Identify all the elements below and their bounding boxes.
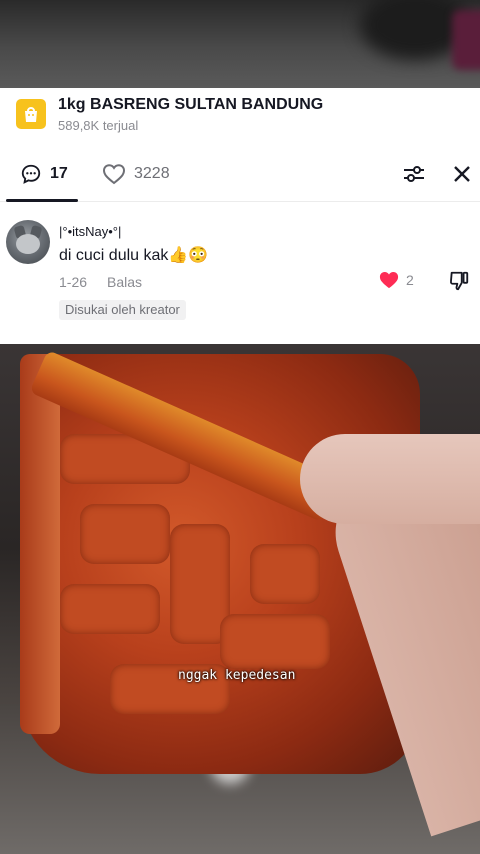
comment-like-count: 2	[406, 272, 414, 288]
comment-like-button[interactable]: 2	[378, 270, 414, 290]
comment-text: di cuci dulu kak	[59, 247, 169, 264]
comment-emojis: 👍😳	[168, 247, 209, 264]
shopping-bag-icon	[16, 99, 46, 129]
close-icon[interactable]	[450, 162, 474, 186]
bag-edge-shape	[20, 354, 60, 734]
snack-chunk	[220, 614, 330, 669]
creator-liked-badge: Disukai oleh kreator	[59, 300, 186, 320]
heart-outline-icon	[102, 164, 126, 185]
snack-chunk	[60, 584, 160, 634]
comment-bubble-icon	[21, 164, 41, 184]
video-top-strip[interactable]	[0, 0, 480, 88]
comments-tab-bar: 17 3228	[0, 146, 480, 202]
snack-chunk	[250, 544, 320, 604]
reply-button[interactable]: Balas	[107, 274, 142, 290]
video-caption: nggak kepedesan	[178, 668, 296, 683]
comments-count: 17	[50, 165, 68, 182]
avatar[interactable]	[6, 220, 50, 264]
tab-likes[interactable]: 3228	[102, 160, 170, 188]
comment-username[interactable]: |°•itsNay•°|	[59, 224, 121, 239]
filter-sliders-icon[interactable]	[402, 162, 426, 186]
comments-panel: 17 3228 |°•itsNay•°| di cuci dulu kak👍😳	[0, 146, 480, 344]
product-title[interactable]: 1kg BASRENG SULTAN BANDUNG	[58, 96, 323, 114]
active-tab-indicator	[6, 199, 78, 202]
tab-comments[interactable]: 17	[20, 160, 68, 188]
product-banner[interactable]: 1kg BASRENG SULTAN BANDUNG 589,8K terjua…	[0, 88, 480, 146]
snack-chunk	[80, 504, 170, 564]
comment-body: di cuci dulu kak👍😳	[59, 245, 208, 265]
video-background-shape	[452, 10, 480, 70]
comment-item: |°•itsNay•°| di cuci dulu kak👍😳 1-26 Bal…	[0, 212, 480, 336]
comment-date: 1-26	[59, 274, 88, 290]
comment-meta: 1-26 Balas	[59, 274, 142, 290]
heart-filled-icon	[379, 272, 399, 289]
avatar-shape	[16, 234, 40, 254]
dislike-thumb-icon[interactable]	[448, 270, 470, 292]
video-player[interactable]: nggak kepedesan	[0, 344, 480, 854]
product-sold-count: 589,8K terjual	[58, 118, 139, 133]
hand-finger-shape	[300, 434, 480, 524]
likes-count: 3228	[134, 165, 170, 182]
